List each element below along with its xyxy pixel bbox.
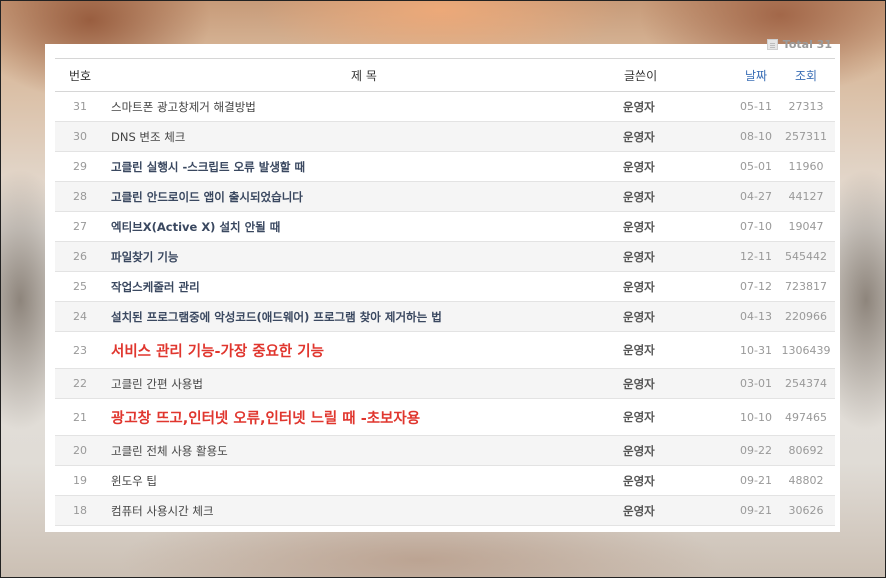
post-author[interactable]: 운영자 [623, 271, 735, 302]
post-title-link[interactable]: 윈도우 팁 [105, 465, 623, 496]
header-author: 글쓴이 [623, 58, 735, 92]
post-author[interactable]: 운영자 [623, 211, 735, 242]
post-views: 1306439 [777, 331, 835, 369]
post-date: 07-10 [735, 211, 777, 242]
post-title-link[interactable]: 고클린 안드로이드 앱이 출시되었습니다 [105, 181, 623, 212]
post-author[interactable]: 운영자 [623, 241, 735, 272]
table-row[interactable]: 20 고클린 전체 사용 활용도 운영자 09-22 80692 [55, 435, 835, 466]
post-author[interactable]: 운영자 [623, 368, 735, 399]
post-date: 03-01 [735, 368, 777, 399]
post-date: 12-11 [735, 241, 777, 272]
table-row[interactable]: 28 고클린 안드로이드 앱이 출시되었습니다 운영자 04-27 44127 [55, 181, 835, 212]
table-row[interactable]: 31 스마트폰 광고창제거 해결방법 운영자 05-11 27313 [55, 91, 835, 122]
post-number: 26 [55, 241, 105, 272]
header-number: 번호 [55, 58, 105, 92]
post-views: 497465 [777, 398, 835, 436]
post-number: 18 [55, 495, 105, 526]
post-number: 20 [55, 435, 105, 466]
table-row[interactable]: 26 파일찾기 기능 운영자 12-11 545442 [55, 241, 835, 272]
post-number: 30 [55, 121, 105, 152]
post-number: 28 [55, 181, 105, 212]
post-title-link[interactable]: DNS 변조 체크 [105, 121, 623, 152]
post-date: 09-22 [735, 435, 777, 466]
table-row[interactable]: 30 DNS 변조 체크 운영자 08-10 257311 [55, 121, 835, 152]
post-title-link[interactable]: 고클린 실행시 -스크립트 오류 발생할 때 [105, 151, 623, 182]
header-views-sort[interactable]: 조회 [777, 58, 835, 92]
post-number: 27 [55, 211, 105, 242]
post-author[interactable]: 운영자 [623, 331, 735, 369]
post-title-link[interactable]: 컴퓨터 사용시간 체크 [105, 495, 623, 526]
header-title: 제 목 [105, 58, 623, 92]
total-count-label: Total 31 [782, 38, 832, 51]
post-number: 19 [55, 465, 105, 496]
post-date: 08-10 [735, 121, 777, 152]
post-title-link[interactable]: 고클린 간편 사용법 [105, 368, 623, 399]
post-date: 05-11 [735, 91, 777, 122]
post-number: 22 [55, 368, 105, 399]
post-title-link[interactable]: 고클린 전체 사용 활용도 [105, 435, 623, 466]
post-date: 09-21 [735, 465, 777, 496]
post-views: 257311 [777, 121, 835, 152]
post-views: 19047 [777, 211, 835, 242]
post-title-link[interactable]: 파일찾기 기능 [105, 241, 623, 272]
post-views: 220966 [777, 301, 835, 332]
post-date: 07-12 [735, 271, 777, 302]
post-author[interactable]: 운영자 [623, 181, 735, 212]
post-author[interactable]: 운영자 [623, 91, 735, 122]
board-panel: Total 31 번호 제 목 글쓴이 날짜 조회 31 스마트폰 광고창제거 해… [45, 38, 840, 532]
post-title-link[interactable]: 작업스케줄러 관리 [105, 271, 623, 302]
table-row[interactable]: 21 광고창 뜨고,인터넷 오류,인터넷 느릴 때 -초보자용 운영자 10-10 49… [55, 398, 835, 436]
post-number: 29 [55, 151, 105, 182]
post-author[interactable]: 운영자 [623, 301, 735, 332]
table-row[interactable]: 22 고클린 간편 사용법 운영자 03-01 254374 [55, 368, 835, 399]
post-date: 10-10 [735, 398, 777, 436]
post-views: 11960 [777, 151, 835, 182]
post-author[interactable]: 운영자 [623, 151, 735, 182]
board-table: 번호 제 목 글쓴이 날짜 조회 31 스마트폰 광고창제거 해결방법 운영자 05-… [55, 58, 835, 526]
table-row[interactable]: 18 컴퓨터 사용시간 체크 운영자 09-21 30626 [55, 495, 835, 526]
post-views: 48802 [777, 465, 835, 496]
post-title-link[interactable]: 광고창 뜨고,인터넷 오류,인터넷 느릴 때 -초보자용 [105, 398, 623, 436]
post-views: 723817 [777, 271, 835, 302]
post-author[interactable]: 운영자 [623, 398, 735, 436]
post-number: 21 [55, 398, 105, 436]
post-author[interactable]: 운영자 [623, 435, 735, 466]
post-views: 254374 [777, 368, 835, 399]
post-author[interactable]: 운영자 [623, 495, 735, 526]
post-date: 04-13 [735, 301, 777, 332]
post-number: 23 [55, 331, 105, 369]
post-title-link[interactable]: 설치된 프로그램중에 악성코드(애드웨어) 프로그램 찾아 제거하는 법 [105, 301, 623, 332]
post-date: 05-01 [735, 151, 777, 182]
post-date: 09-21 [735, 495, 777, 526]
total-count: Total 31 [766, 38, 832, 51]
post-title-link[interactable]: 서비스 관리 기능-가장 중요한 기능 [105, 331, 623, 369]
post-number: 25 [55, 271, 105, 302]
post-date: 10-31 [735, 331, 777, 369]
table-row[interactable]: 24 설치된 프로그램중에 악성코드(애드웨어) 프로그램 찾아 제거하는 법 운영… [55, 301, 835, 332]
post-views: 44127 [777, 181, 835, 212]
table-row[interactable]: 25 작업스케줄러 관리 운영자 07-12 723817 [55, 271, 835, 302]
post-number: 24 [55, 301, 105, 332]
table-row[interactable]: 27 엑티브X(Active X) 설치 안될 때 운영자 07-10 19047 [55, 211, 835, 242]
post-views: 27313 [777, 91, 835, 122]
post-views: 80692 [777, 435, 835, 466]
post-author[interactable]: 운영자 [623, 465, 735, 496]
header-date-sort[interactable]: 날짜 [735, 58, 777, 92]
document-icon [766, 39, 778, 50]
post-title-link[interactable]: 엑티브X(Active X) 설치 안될 때 [105, 211, 623, 242]
post-author[interactable]: 운영자 [623, 121, 735, 152]
post-date: 04-27 [735, 181, 777, 212]
table-row[interactable]: 23 서비스 관리 기능-가장 중요한 기능 운영자 10-31 1306439 [55, 331, 835, 369]
post-title-link[interactable]: 스마트폰 광고창제거 해결방법 [105, 91, 623, 122]
table-header-row: 번호 제 목 글쓴이 날짜 조회 [55, 58, 835, 92]
post-number: 31 [55, 91, 105, 122]
table-row[interactable]: 19 윈도우 팁 운영자 09-21 48802 [55, 465, 835, 496]
table-row[interactable]: 29 고클린 실행시 -스크립트 오류 발생할 때 운영자 05-01 11960 [55, 151, 835, 182]
post-views: 30626 [777, 495, 835, 526]
post-views: 545442 [777, 241, 835, 272]
